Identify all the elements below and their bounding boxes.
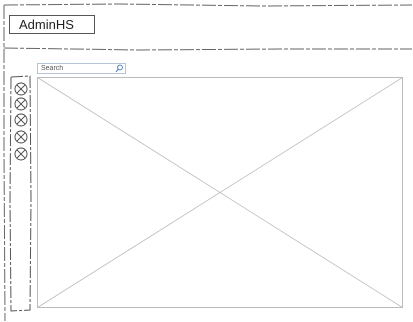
app-window: AdminHS bbox=[0, 0, 413, 322]
app-title: AdminHS bbox=[9, 15, 95, 34]
search-input[interactable] bbox=[39, 64, 115, 73]
placeholder-icon[interactable] bbox=[14, 113, 28, 127]
sidebar bbox=[11, 76, 31, 310]
search-bar[interactable] bbox=[37, 63, 126, 74]
image-placeholder bbox=[37, 77, 403, 308]
placeholder-icon[interactable] bbox=[14, 82, 28, 96]
placeholder-icon[interactable] bbox=[14, 147, 28, 161]
search-icon[interactable] bbox=[114, 64, 124, 73]
placeholder-icon[interactable] bbox=[14, 130, 28, 144]
placeholder-icon[interactable] bbox=[14, 97, 28, 111]
